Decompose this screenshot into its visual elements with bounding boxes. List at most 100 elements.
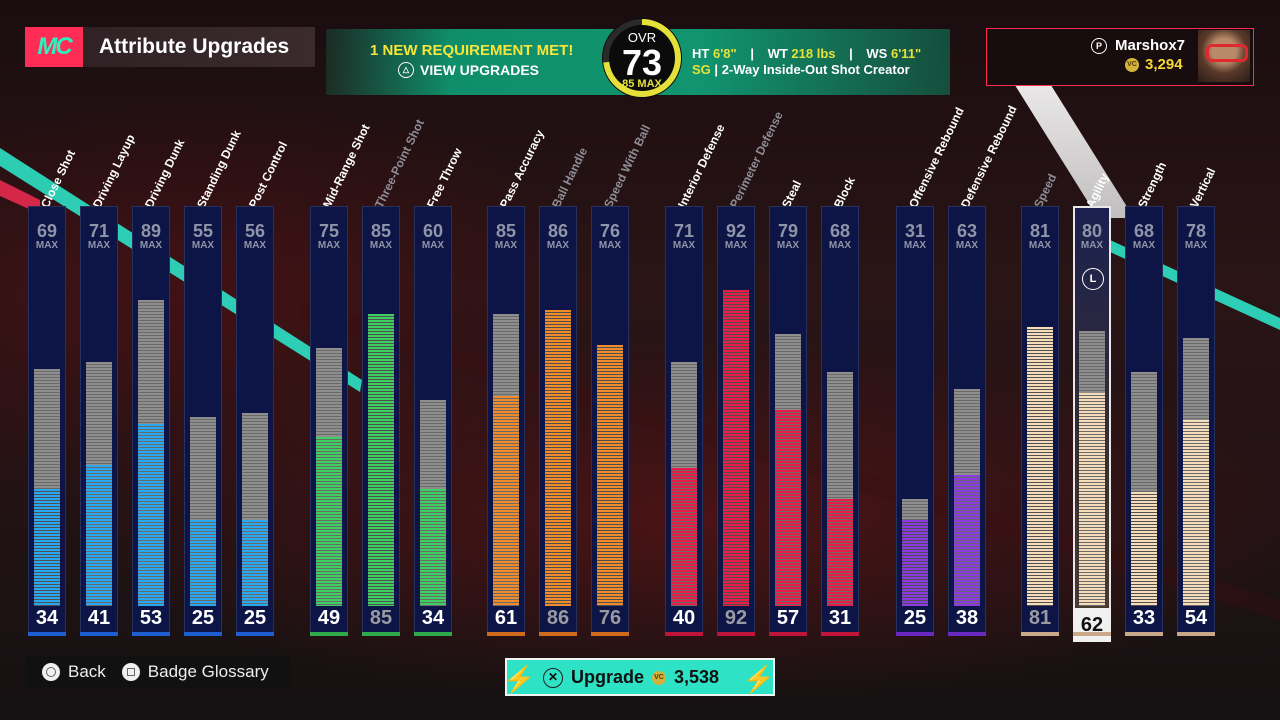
attribute-column[interactable]: Close Shot 69 MAX 34 [28, 148, 78, 636]
attribute-current-bar [1079, 392, 1105, 606]
attribute-column[interactable]: Post Control 56 MAX 25 [236, 139, 290, 636]
attribute-current-bar [368, 313, 394, 606]
attribute-max-value: 71 [88, 221, 110, 241]
attribute-current-bar [954, 475, 980, 606]
attribute-category-strip [821, 632, 859, 636]
attribute-max-value: 89 [140, 221, 162, 241]
attribute-current-bar [827, 499, 853, 606]
attribute-max-label: MAX [139, 240, 163, 251]
badge-glossary-label: Badge Glossary [147, 662, 269, 681]
attribute-current-value: 31 [828, 607, 852, 629]
attribute-current-value: 25 [191, 607, 215, 629]
attribute-column[interactable]: Standing Dunk 55 MAX 25 [184, 128, 244, 636]
attribute-max-value: 68 [1133, 221, 1155, 241]
attribute-current-bar [1183, 420, 1209, 606]
weight-label: WT [767, 46, 788, 61]
attribute-current-value: 62 [1073, 608, 1111, 642]
attribute-current-bar [34, 489, 60, 606]
attribute-current-bar [1131, 492, 1157, 606]
attribute-max-value: 71 [673, 221, 695, 241]
triangle-button-icon: △ [398, 62, 414, 78]
attribute-max-value: 63 [956, 221, 978, 241]
attribute-current-bar [86, 464, 112, 606]
attribute-column[interactable]: Speed 81 MAX 81 [1021, 172, 1059, 636]
separator: | [849, 46, 853, 61]
attribute-category-strip [236, 632, 274, 636]
attribute-current-bar [545, 310, 571, 606]
attribute-column[interactable]: Steal 79 MAX 57 [769, 178, 807, 636]
attribute-max-label: MAX [421, 240, 445, 251]
back-button[interactable]: Back [42, 662, 106, 682]
attribute-column[interactable]: Strength 68 MAX 33 [1125, 160, 1169, 636]
separator: | [750, 46, 754, 61]
upgrade-button[interactable]: ⚡ ✕ Upgrade VC 3,538 ⚡ [505, 658, 775, 696]
attribute-column[interactable]: Free Throw 60 MAX 34 [414, 146, 465, 636]
attribute-category-strip [896, 632, 934, 636]
attribute-category-strip [539, 632, 577, 636]
attribute-column[interactable]: Three-Point Shot 85 MAX 85 [362, 117, 427, 636]
attribute-column[interactable]: Vertical 78 MAX 54 [1177, 166, 1218, 636]
attribute-max-value: 85 [370, 221, 392, 241]
attribute-max-value: 78 [1185, 221, 1207, 241]
vc-coin-icon: VC [652, 670, 667, 685]
attribute-max-value: 56 [244, 221, 266, 241]
back-label: Back [68, 662, 106, 681]
attribute-max-label: MAX [776, 240, 800, 251]
attribute-current-bar [1027, 327, 1053, 606]
attribute-max-label: MAX [243, 240, 267, 251]
attribute-current-value: 85 [369, 607, 393, 629]
player-archetype-line: SG | 2-Way Inside-Out Shot Creator [692, 62, 910, 77]
attribute-category-strip [665, 632, 703, 636]
attribute-column[interactable]: Driving Dunk 89 MAX 53 [132, 137, 187, 636]
attribute-current-value: 34 [421, 607, 445, 629]
wingspan-value: 6'11" [890, 46, 922, 61]
attribute-column[interactable]: Pass Accuracy 85 MAX 61 [487, 128, 547, 636]
physical-stats: HT 6'8" | WT 218 lbs | WS 6'11" [692, 46, 921, 61]
wingspan-label: WS [866, 46, 888, 61]
square-button-icon [121, 663, 140, 681]
attribute-column[interactable]: Offensive Rebound 31 MAX 25 [896, 105, 967, 636]
attribute-max-label: MAX [724, 240, 748, 251]
username: Marshox7 [1115, 37, 1186, 54]
circle-button-icon [42, 663, 60, 681]
attribute-column[interactable]: Driving Layup 71 MAX 41 [80, 132, 138, 636]
attribute-current-value: 34 [35, 607, 59, 629]
attribute-max-label: MAX [317, 240, 341, 251]
badge-glossary-button[interactable]: Badge Glossary [121, 662, 269, 682]
attribute-category-strip [591, 632, 629, 636]
attribute-column[interactable]: Agility 80 MAX L 62 [1073, 171, 1112, 642]
archetype: 2-Way Inside-Out Shot Creator [721, 62, 910, 77]
requirement-text: 1 NEW REQUIREMENT MET! [370, 42, 574, 59]
attribute-current-value: 49 [317, 607, 341, 629]
attribute-column[interactable]: Perimeter Defense 92 MAX 92 [717, 109, 786, 636]
attribute-max-label: MAX [1028, 240, 1052, 251]
separator: | [714, 62, 719, 77]
attribute-category-strip [1021, 632, 1059, 636]
view-upgrades-link[interactable]: △ VIEW UPGRADES [398, 62, 539, 78]
attribute-column[interactable]: Interior Defense 71 MAX 40 [665, 122, 728, 636]
attribute-current-value: 92 [724, 607, 748, 629]
attribute-max-value: 31 [904, 221, 926, 241]
attribute-current-value: 41 [87, 607, 111, 629]
attribute-category-strip [769, 632, 807, 636]
attribute-column[interactable]: Ball Handle 86 MAX 86 [539, 145, 590, 636]
attribute-category-strip [717, 632, 755, 636]
attribute-current-bar [190, 520, 216, 606]
attribute-category-strip [1125, 632, 1163, 636]
attribute-max-value: 79 [777, 221, 799, 241]
attribute-current-value: 38 [955, 607, 979, 629]
attribute-max-value: 68 [829, 221, 851, 241]
bolt-right-icon: ⚡ [742, 664, 775, 694]
attribute-category-strip [487, 632, 525, 636]
user-name-row: P Marshox7 [1091, 37, 1185, 54]
attribute-max-value: 75 [318, 221, 340, 241]
attribute-category-strip [362, 632, 400, 636]
attribute-max-label: MAX [191, 240, 215, 251]
attribute-column[interactable]: Block 68 MAX 31 [821, 175, 859, 636]
attribute-max-label: MAX [828, 240, 852, 251]
attribute-current-value: 25 [903, 607, 927, 629]
attribute-column[interactable]: Defensive Rebound 63 MAX 38 [948, 103, 1020, 636]
attribute-column[interactable]: Speed With Ball 76 MAX 76 [591, 123, 653, 636]
attribute-category-strip [1073, 632, 1111, 636]
attribute-column[interactable]: Mid-Range Shot 75 MAX 49 [310, 122, 373, 636]
